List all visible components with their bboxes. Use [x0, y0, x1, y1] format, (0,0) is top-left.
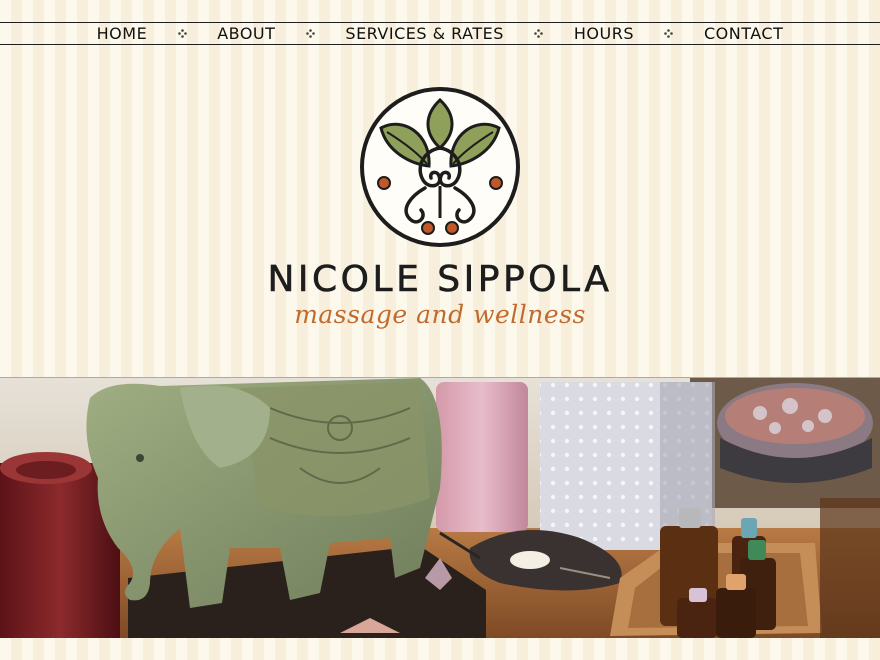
nav-separator-icon [636, 29, 702, 38]
main-navigation: HOME ABOUT SERVICES & RATES HOURS CONTAC… [0, 22, 880, 45]
nav-separator-icon [149, 29, 215, 38]
nav-links: HOME ABOUT SERVICES & RATES HOURS CONTAC… [95, 24, 786, 43]
nav-separator-icon [277, 29, 343, 38]
nav-contact-link[interactable]: CONTACT [702, 24, 785, 43]
nav-about-link[interactable]: ABOUT [215, 24, 277, 43]
lotus-leaf-emblem-icon[interactable] [359, 86, 521, 253]
nav-hours-link[interactable]: HOURS [572, 24, 636, 43]
nav-services-rates-link[interactable]: SERVICES & RATES [343, 24, 505, 43]
brand-name: NICOLE SIPPOLA [267, 259, 613, 301]
hero-photo [0, 377, 880, 638]
nav-separator-icon [506, 29, 572, 38]
brand-tagline: massage and wellness [294, 300, 586, 329]
nav-home-link[interactable]: HOME [95, 24, 150, 43]
footer-background-strip [0, 637, 880, 660]
